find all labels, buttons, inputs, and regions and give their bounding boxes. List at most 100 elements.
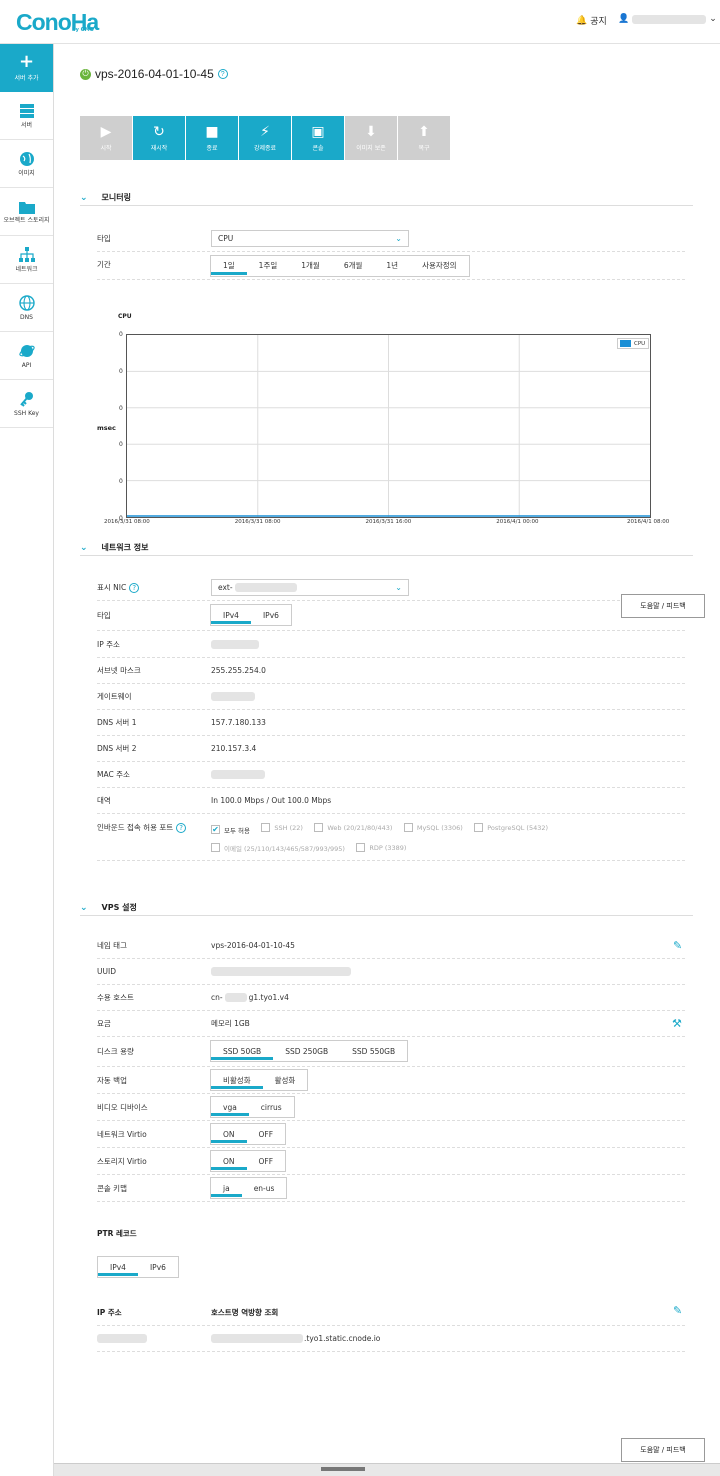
monitor-type-select[interactable]: CPU ⌄ <box>211 230 409 247</box>
disk-option[interactable]: SSD 50GB <box>211 1041 274 1061</box>
video-option[interactable]: vga <box>211 1097 249 1117</box>
backup-option[interactable]: 활성화 <box>263 1070 308 1090</box>
add-server-button[interactable]: + 서버 추가 <box>0 44 53 92</box>
net-virtio-option[interactable]: ON <box>211 1124 247 1144</box>
pencil-icon[interactable]: ✎ <box>673 939 682 952</box>
sidebar-item-network[interactable]: 네트워크 <box>0 236 53 284</box>
storage-virtio-option[interactable]: OFF <box>247 1151 286 1171</box>
sidebar-item-dns[interactable]: DNS <box>0 284 53 332</box>
sidebar-item-label: 오브젝트 스토리지 <box>3 216 50 224</box>
network-section-header[interactable]: ⌄ 네트워크 정보 <box>80 540 693 556</box>
sidebar-item-label: 서버 <box>20 121 33 129</box>
help-feedback-button-bottom[interactable]: 도움말 / 피드백 <box>621 1438 705 1462</box>
period-option[interactable]: 1주일 <box>247 256 290 276</box>
port-checkbox-all[interactable]: ✔ 모두 허용 <box>211 825 250 835</box>
y-tick-label: 0 <box>119 331 123 338</box>
subnet-row: 서브넷 마스크 255.255.254.0 <box>97 658 685 684</box>
ports-row: 인바운드 접속 허용 포트? ✔ 모두 허용 SSH (22) Web (20/2… <box>97 815 685 861</box>
restore-label: 복구 <box>418 144 430 152</box>
restore-button[interactable]: ⬆ 복구 <box>398 116 450 160</box>
port-checkbox-rdp[interactable]: RDP (3389) <box>356 843 406 852</box>
ports-label: 인바운드 접속 허용 포트 <box>97 823 174 832</box>
y-tick-label: 0 <box>119 367 123 375</box>
video-selector: vga cirrus <box>210 1096 295 1118</box>
ptr-selector: IPv4 IPv6 <box>97 1256 179 1278</box>
period-option[interactable]: 1년 <box>374 256 410 276</box>
backup-row: 자동 백업 비활성화 활성화 <box>97 1067 685 1094</box>
storage-virtio-option[interactable]: ON <box>211 1151 247 1171</box>
help-icon[interactable]: ? <box>129 582 140 593</box>
sidebar: + 서버 추가 서버 이미지 오브젝트 스토리지 네트워크 DNS API SS… <box>0 44 54 1476</box>
api-icon <box>18 344 35 357</box>
logo-sub: by GMO <box>72 27 94 33</box>
chevron-down-icon: ⌄ <box>80 192 88 203</box>
save-image-button[interactable]: ⬇ 이미지 보존 <box>345 116 397 160</box>
start-button[interactable]: ▶ 시작 <box>80 116 132 160</box>
monitoring-title: 모니터링 <box>101 193 131 202</box>
y-tick-label: 0 <box>119 404 123 412</box>
monitor-period-label: 기간 <box>97 260 111 269</box>
period-option[interactable]: 1개월 <box>289 256 332 276</box>
ptr-host-suffix: .tyo1.static.cnode.io <box>304 1334 381 1343</box>
keymap-option[interactable]: ja <box>211 1178 242 1198</box>
port-checkbox-web[interactable]: Web (20/21/80/443) <box>314 823 392 832</box>
sidebar-item-server[interactable]: 서버 <box>0 92 53 140</box>
plug-icon: ⚡ <box>260 123 270 140</box>
gateway-redacted <box>211 692 255 701</box>
port-checkbox-email[interactable]: 이메일 (25/110/143/465/587/993/995) <box>211 843 345 853</box>
stop-button[interactable]: ■ 종료 <box>186 116 238 160</box>
restart-icon: ↻ <box>153 123 165 140</box>
host-prefix: cn- <box>211 993 223 1002</box>
ip-row: IP 주소 <box>97 632 685 658</box>
period-option[interactable]: 6개월 <box>332 256 375 276</box>
port-checkbox-ssh[interactable]: SSH (22) <box>261 823 303 832</box>
monitoring-section-header[interactable]: ⌄ 모니터링 <box>80 190 693 206</box>
scrollbar-thumb[interactable] <box>321 1467 365 1471</box>
force-stop-button[interactable]: ⚡ 강제종료 <box>239 116 291 160</box>
sidebar-item-object-storage[interactable]: 오브젝트 스토리지 <box>0 188 53 236</box>
chevron-down-icon: ⌄ <box>395 583 402 592</box>
backup-option[interactable]: 비활성화 <box>211 1070 263 1090</box>
keymap-option[interactable]: en-us <box>242 1178 287 1198</box>
sidebar-item-ssh-key[interactable]: SSH Key <box>0 380 53 428</box>
console-button[interactable]: ▣ 콘솔 <box>292 116 344 160</box>
help-feedback-button[interactable]: 도움말 / 피드백 <box>621 594 705 618</box>
plan-value: 메모리 1GB <box>211 1019 250 1028</box>
net-virtio-option[interactable]: OFF <box>247 1124 286 1144</box>
tools-icon[interactable]: ⚒ <box>672 1017 682 1030</box>
video-option[interactable]: cirrus <box>249 1097 294 1117</box>
mac-redacted <box>211 770 265 779</box>
port-label: MySQL (3306) <box>416 823 463 832</box>
ipv4-option[interactable]: IPv4 <box>211 605 251 625</box>
ipv6-option[interactable]: IPv6 <box>251 605 291 625</box>
sidebar-item-api[interactable]: API <box>0 332 53 380</box>
help-icon[interactable]: ? <box>217 69 228 79</box>
ptr-ip-redacted <box>97 1334 147 1343</box>
nic-select[interactable]: ext- ⌄ <box>211 579 409 596</box>
monitor-period-row: 기간 1일 1주일 1개월 6개월 1년 사용자정의 <box>97 252 685 280</box>
user-menu[interactable]: 👤 ⌄ <box>618 14 717 24</box>
horizontal-scrollbar[interactable] <box>54 1463 720 1476</box>
vps-section-header[interactable]: ⌄ VPS 설정 <box>80 900 693 916</box>
chevron-down-icon: ⌄ <box>709 14 717 24</box>
ptr-ipv4-option[interactable]: IPv4 <box>98 1257 138 1277</box>
port-checkbox-mysql[interactable]: MySQL (3306) <box>403 823 463 832</box>
disk-option[interactable]: SSD 550GB <box>340 1041 407 1061</box>
help-icon[interactable]: ? <box>176 822 187 833</box>
server-name: vps-2016-04-01-10-45 <box>95 67 214 81</box>
notice-link[interactable]: 🔔 공지 <box>576 14 607 28</box>
keymap-selector: ja en-us <box>210 1177 288 1199</box>
period-option[interactable]: 1일 <box>211 256 247 276</box>
port-label: Web (20/21/80/443) <box>327 823 393 832</box>
gateway-row: 게이트웨이 <box>97 684 685 710</box>
restart-button[interactable]: ↻ 재시작 <box>133 116 185 160</box>
gateway-label: 게이트웨이 <box>97 692 132 701</box>
ptr-ipv6-option[interactable]: IPv6 <box>138 1257 178 1277</box>
port-checkbox-postgresql[interactable]: PostgreSQL (5432) <box>474 823 548 832</box>
ip-type-row: 타입 IPv4 IPv6 <box>97 601 685 631</box>
period-option[interactable]: 사용자정의 <box>410 256 469 276</box>
sidebar-item-image[interactable]: 이미지 <box>0 140 53 188</box>
disk-option[interactable]: SSD 250GB <box>273 1041 340 1061</box>
chevron-down-icon: ⌄ <box>80 902 88 913</box>
pencil-icon[interactable]: ✎ <box>673 1304 682 1317</box>
